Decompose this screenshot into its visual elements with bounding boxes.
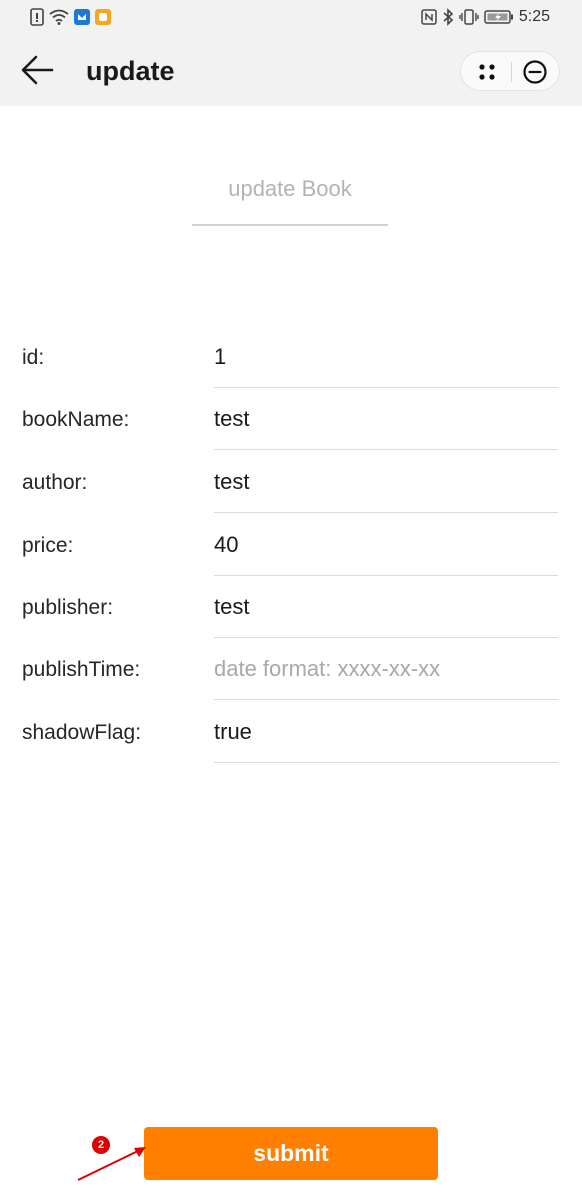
wifi-icon [49, 9, 69, 25]
author-label: author: [22, 471, 88, 494]
id-label: id: [22, 346, 45, 369]
app-bar: update [0, 34, 582, 106]
price-field[interactable] [214, 514, 558, 572]
form-row-shadowflag: shadowFlag: [0, 701, 582, 763]
form-row-author: author: [0, 451, 582, 513]
shadowflag-label: shadowFlag: [22, 721, 142, 744]
shadowflag-field[interactable] [214, 701, 558, 759]
publisher-label: publisher: [22, 596, 114, 619]
status-bar: 5:25 [0, 0, 582, 34]
submit-button[interactable]: submit [144, 1127, 438, 1180]
page-title: update [86, 56, 175, 86]
annotation-badge: 2 [92, 1136, 110, 1154]
publisher-field-wrapper [214, 576, 558, 638]
publishtime-field[interactable] [214, 638, 558, 696]
price-label: price: [22, 534, 74, 557]
back-arrow-icon[interactable] [20, 54, 56, 86]
sim-alert-icon [30, 8, 44, 26]
bluetooth-icon [443, 8, 454, 26]
author-field[interactable] [214, 451, 558, 509]
shadowflag-field-wrapper [214, 701, 558, 763]
status-bar-left [30, 7, 111, 27]
form-row-publisher: publisher: [0, 576, 582, 638]
bookname-label: bookName: [22, 408, 130, 431]
more-dots-icon[interactable] [473, 58, 501, 86]
status-bar-right: 5:25 [421, 7, 550, 27]
minimize-circle-icon[interactable] [521, 58, 549, 86]
status-time: 5:25 [518, 8, 550, 25]
form-row-price: price: [0, 514, 582, 576]
update-book-input-wrapper [192, 160, 388, 226]
update-book-input[interactable] [192, 160, 388, 218]
app-notification-icon-orange [95, 9, 111, 25]
id-field[interactable] [214, 326, 558, 384]
id-field-wrapper [214, 326, 558, 388]
author-field-wrapper [214, 451, 558, 513]
form-row-bookname: bookName: [0, 388, 582, 450]
publishtime-label: publishTime: [22, 658, 141, 681]
form-row-publishtime: publishTime: [0, 638, 582, 700]
bookname-field-wrapper [214, 388, 558, 450]
nfc-icon [421, 9, 437, 25]
battery-charging-icon [484, 10, 513, 24]
annotation-arrow-icon [77, 1147, 146, 1181]
capsule-divider [511, 62, 512, 82]
form-row-id: id: [0, 326, 582, 388]
bookname-field[interactable] [214, 388, 558, 446]
app-notification-icon-blue [74, 9, 90, 25]
publisher-field[interactable] [214, 576, 558, 634]
vibrate-icon [459, 9, 479, 25]
publishtime-field-wrapper [214, 638, 558, 700]
price-field-wrapper [214, 514, 558, 576]
mini-program-capsule [460, 51, 560, 91]
